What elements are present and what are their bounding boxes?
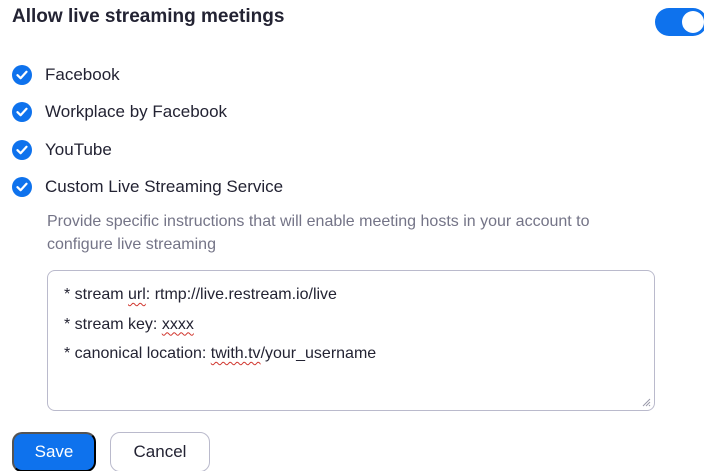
option-label: Workplace by Facebook [45,102,228,121]
option-label: Facebook [45,65,120,84]
instruction-line: * stream url: rtmp://live.restream.io/li… [64,286,337,303]
option-label: YouTube [45,140,112,159]
option-custom-live-streaming-service[interactable]: Custom Live Streaming Service [12,175,283,199]
spellcheck-word: url [128,286,146,303]
option-youtube[interactable]: YouTube [12,138,112,162]
resize-handle-icon[interactable] [641,397,651,407]
spellcheck-word: twith.tv [210,345,261,362]
custom-service-description: Provide specific instructions that will … [47,213,590,253]
setting-title: Allow live streaming meetings [12,6,285,27]
instruction-line: * canonical location: twith.tv/your_user… [64,345,377,362]
checkbox-checked-icon[interactable] [12,102,32,122]
toggle-knob [682,11,704,33]
option-label: Custom Live Streaming Service [45,177,284,196]
save-button[interactable]: Save [12,432,96,471]
instruction-line: * stream key: xxxx [64,315,194,333]
custom-instructions-textarea[interactable]: * stream url: rtmp://live.restream.io/li… [47,270,655,411]
checkbox-checked-icon[interactable] [12,177,32,197]
spellcheck-word: xxxx [161,315,194,333]
option-facebook[interactable]: Facebook [12,63,120,87]
checkbox-checked-icon[interactable] [12,65,32,85]
checkbox-checked-icon[interactable] [12,140,32,160]
live-streaming-toggle[interactable] [655,8,704,36]
cancel-button[interactable]: Cancel [110,432,210,471]
option-workplace-by-facebook[interactable]: Workplace by Facebook [12,100,227,124]
